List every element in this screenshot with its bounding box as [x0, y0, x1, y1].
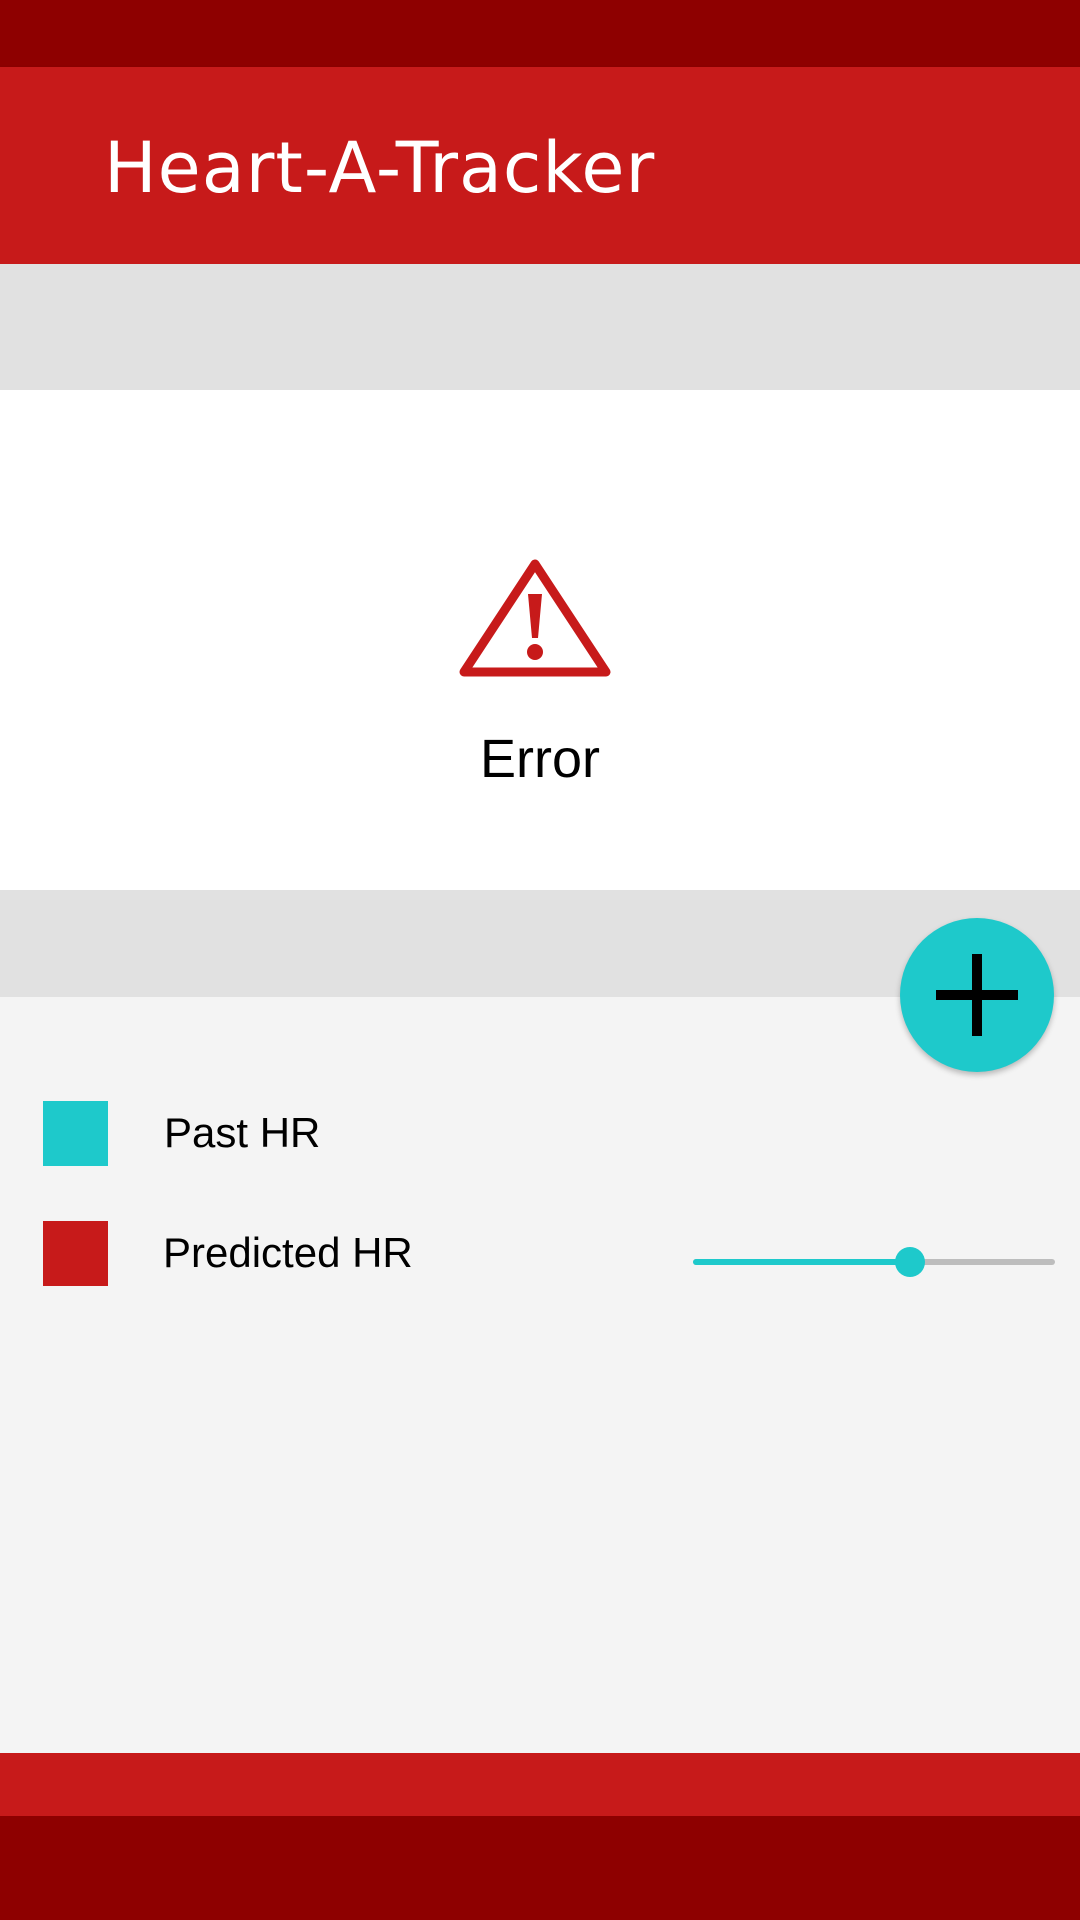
- time-range-slider[interactable]: [693, 1240, 1055, 1284]
- app-screen: Heart-A-Tracker Error Past HR Predicted …: [0, 0, 1080, 1920]
- add-button[interactable]: [900, 918, 1054, 1072]
- app-title: Heart-A-Tracker: [104, 127, 656, 209]
- bottom-bar: [0, 1753, 1080, 1816]
- error-message: Error: [480, 729, 600, 789]
- warning-icon: [459, 559, 611, 677]
- legend-swatch-past-hr: [43, 1101, 108, 1166]
- top-divider-strip: [0, 264, 1080, 390]
- legend-swatch-predicted-hr: [43, 1221, 108, 1286]
- app-bar: Heart-A-Tracker: [0, 67, 1080, 264]
- legend-panel: Past HR Predicted HR: [0, 997, 1080, 1753]
- status-bar: [0, 0, 1080, 67]
- error-panel: Error: [0, 390, 1080, 890]
- slider-fill: [693, 1259, 910, 1265]
- navigation-bar: [0, 1816, 1080, 1920]
- legend-label-past-hr: Past HR: [164, 1109, 321, 1156]
- legend-label-predicted-hr: Predicted HR: [163, 1229, 413, 1276]
- slider-thumb[interactable]: [895, 1247, 925, 1277]
- plus-icon: [936, 954, 1018, 1036]
